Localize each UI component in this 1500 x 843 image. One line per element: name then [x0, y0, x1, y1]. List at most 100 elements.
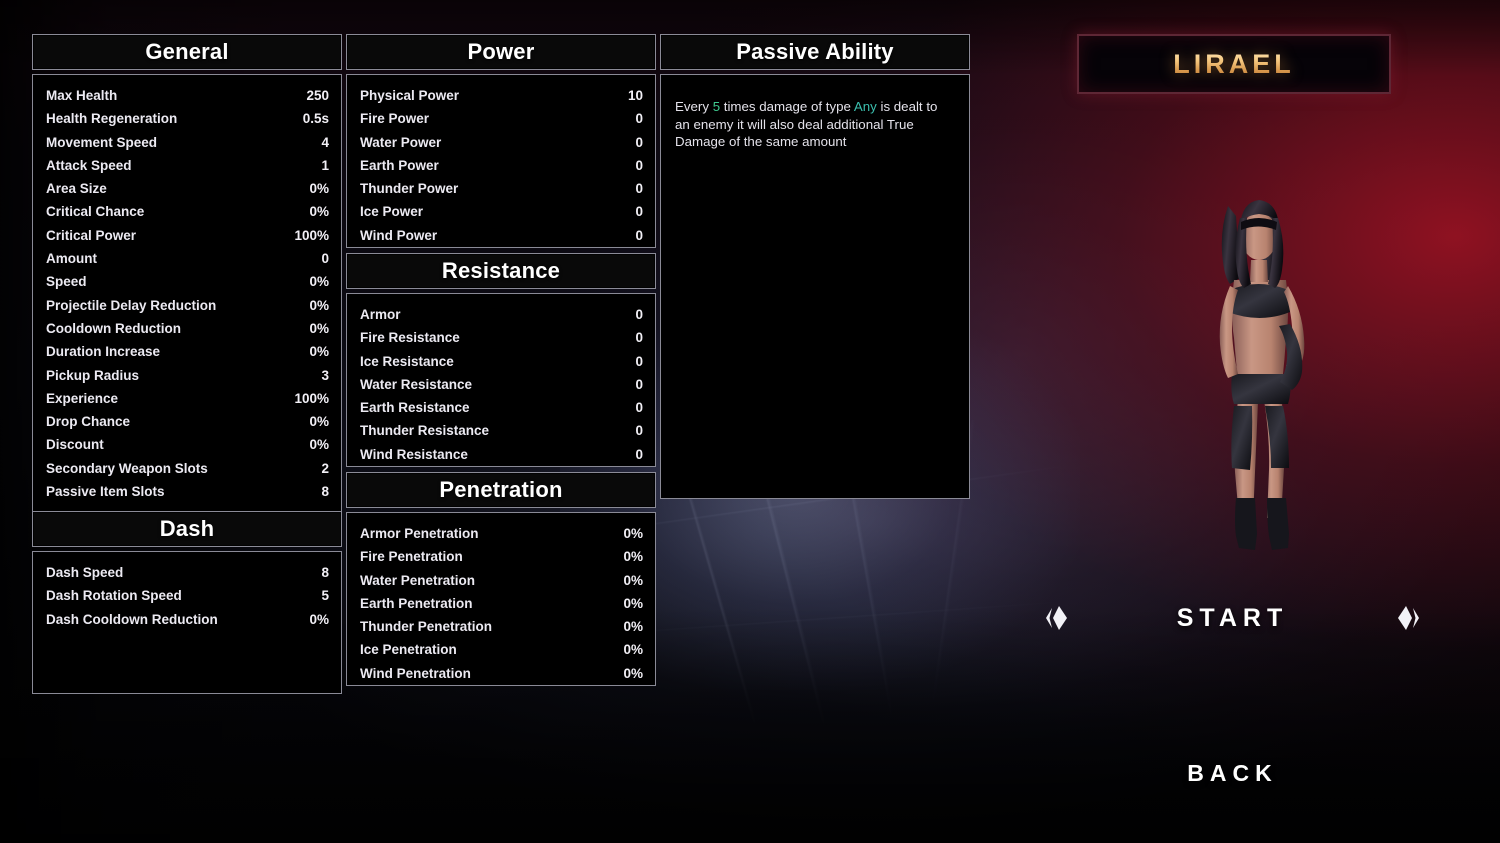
character-name-label: LIRAEL — [1173, 48, 1295, 79]
ability-text-part-1: Every — [675, 99, 713, 115]
stat-value: 8 — [321, 565, 329, 580]
stat-row: Dash Rotation Speed 5 — [46, 584, 329, 607]
stat-label: Health Regeneration — [46, 111, 178, 127]
stat-row: Cooldown Reduction 0% — [46, 317, 329, 340]
back-button[interactable]: BACK — [1130, 755, 1335, 791]
stat-label: Critical Chance — [46, 204, 145, 220]
stat-label: Fire Resistance — [360, 330, 460, 346]
stat-row: Armor Penetration 0% — [360, 522, 643, 545]
stat-label: Amount — [46, 251, 97, 267]
stat-row: Water Penetration 0% — [360, 569, 643, 592]
stat-label: Earth Resistance — [360, 400, 470, 416]
panel-header-penetration: Penetration — [346, 472, 656, 508]
column-resistance: Resistance Armor 0 Fire Resistance 0 Ice Res… — [346, 253, 656, 467]
stat-value: 0 — [635, 181, 643, 197]
stat-label: Water Power — [360, 134, 442, 150]
stat-value: 250 — [306, 88, 329, 103]
stat-value: 0 — [635, 111, 643, 127]
stat-row: Critical Chance 0% — [46, 200, 329, 223]
stat-value: 0 — [635, 134, 643, 150]
stat-row: Max Health 250 — [46, 84, 329, 107]
character-selector-row: START — [1040, 598, 1425, 638]
stat-row: Drop Chance 0% — [46, 410, 329, 433]
stat-label: Movement Speed — [46, 134, 158, 150]
stat-value: 0 — [635, 376, 643, 392]
stat-value: 0.5s — [302, 111, 329, 127]
ability-count-highlight: 5 — [712, 99, 721, 115]
stat-label: Dash Rotation Speed — [46, 588, 182, 604]
panel-header-resistance: Resistance — [346, 253, 656, 289]
stat-value: 0% — [309, 344, 329, 360]
stat-row: Earth Power 0 — [360, 154, 643, 177]
stat-value: 0% — [623, 572, 643, 588]
start-button[interactable]: START — [1177, 604, 1288, 633]
stat-label: Wind Penetration — [360, 665, 471, 681]
stat-label: Ice Power — [360, 204, 424, 220]
stat-label: Secondary Weapon Slots — [46, 460, 208, 476]
stat-row: Secondary Weapon Slots 2 — [46, 457, 329, 480]
stat-list-resistance: Armor 0 Fire Resistance 0 Ice Resistance 0 Wat… — [360, 303, 643, 466]
stat-value: 0% — [309, 274, 329, 290]
stat-list-penetration: Armor Penetration 0% Fire Penetration 0% Wat… — [360, 522, 643, 685]
column-dash: Dash Dash Speed 8 Dash Rotation Speed 5 Dash… — [32, 511, 342, 694]
stat-row: Attack Speed 1 — [46, 154, 329, 177]
stat-label: Dash Cooldown Reduction — [46, 611, 218, 627]
stat-row: Area Size 0% — [46, 177, 329, 200]
next-character-arrow-icon[interactable] — [1389, 602, 1425, 634]
stat-label: Water Resistance — [360, 376, 473, 392]
stat-value: 1 — [321, 157, 329, 173]
stat-row: Projectile Delay Reduction 0% — [46, 294, 329, 317]
panel-body-resistance: Armor 0 Fire Resistance 0 Ice Resistance 0 Wat… — [346, 293, 656, 467]
stat-list-power: Physical Power 10 Fire Power 0 Water Power 0 E… — [360, 84, 643, 247]
stat-label: Attack Speed — [46, 157, 132, 173]
stat-row: Ice Resistance 0 — [360, 350, 643, 373]
stat-list-general: Max Health 250 Health Regeneration 0.5s Move… — [46, 84, 329, 503]
stat-label: Armor Penetration — [360, 526, 479, 541]
stat-label: Drop Chance — [46, 414, 131, 430]
stat-label: Earth Penetration — [360, 595, 473, 611]
column-power: Power Physical Power 10 Fire Power 0 Water P… — [346, 34, 656, 248]
stat-row: Dash Speed 8 — [46, 561, 329, 584]
stat-row: Passive Item Slots 8 — [46, 480, 329, 503]
panel-header-general: General — [32, 34, 342, 70]
stat-label: Wind Power — [360, 227, 438, 243]
stat-value: 5 — [321, 588, 329, 604]
panel-title-penetration: Penetration — [439, 477, 563, 502]
prev-character-arrow-icon[interactable] — [1040, 602, 1076, 634]
stat-label: Dash Speed — [46, 565, 124, 580]
stat-row: Wind Power 0 — [360, 224, 643, 247]
stat-value: 0 — [635, 423, 643, 439]
panel-title-general: General — [145, 39, 229, 64]
stat-label: Max Health — [46, 88, 118, 103]
stat-row: Fire Resistance 0 — [360, 326, 643, 349]
stat-value: 0% — [623, 619, 643, 635]
stat-label: Ice Resistance — [360, 353, 454, 369]
panel-header-dash: Dash — [32, 511, 342, 547]
panel-body-dash: Dash Speed 8 Dash Rotation Speed 5 Dash Cool… — [32, 551, 342, 694]
stat-row: Thunder Power 0 — [360, 177, 643, 200]
stat-value: 0 — [635, 307, 643, 322]
stat-value: 0% — [309, 414, 329, 430]
ability-text-part-2: times damage of type — [720, 99, 854, 115]
column-passive-ability: Passive Ability Every 5 times damage of … — [660, 34, 970, 499]
character-model — [1168, 168, 1348, 588]
stat-label: Thunder Power — [360, 181, 459, 197]
stat-row: Wind Resistance 0 — [360, 443, 643, 466]
stat-row: Earth Penetration 0% — [360, 592, 643, 615]
stat-label: Passive Item Slots — [46, 484, 165, 500]
stat-row: Physical Power 10 — [360, 84, 643, 107]
stat-label: Thunder Resistance — [360, 423, 490, 439]
stat-label: Critical Power — [46, 227, 137, 243]
stat-value: 4 — [321, 134, 329, 150]
stat-label: Thunder Penetration — [360, 619, 493, 635]
panel-body-passive-ability: Every 5 times damage of type Any is deal… — [660, 74, 970, 499]
stat-row: Fire Power 0 — [360, 107, 643, 130]
stat-label: Duration Increase — [46, 344, 161, 360]
stat-value: 0% — [309, 204, 329, 220]
stat-value: 0 — [635, 157, 643, 173]
stat-value: 0 — [321, 251, 329, 267]
stat-row: Movement Speed 4 — [46, 131, 329, 154]
stat-value: 0% — [309, 181, 329, 197]
stat-value: 0% — [623, 549, 643, 565]
stat-value: 0% — [623, 665, 643, 681]
